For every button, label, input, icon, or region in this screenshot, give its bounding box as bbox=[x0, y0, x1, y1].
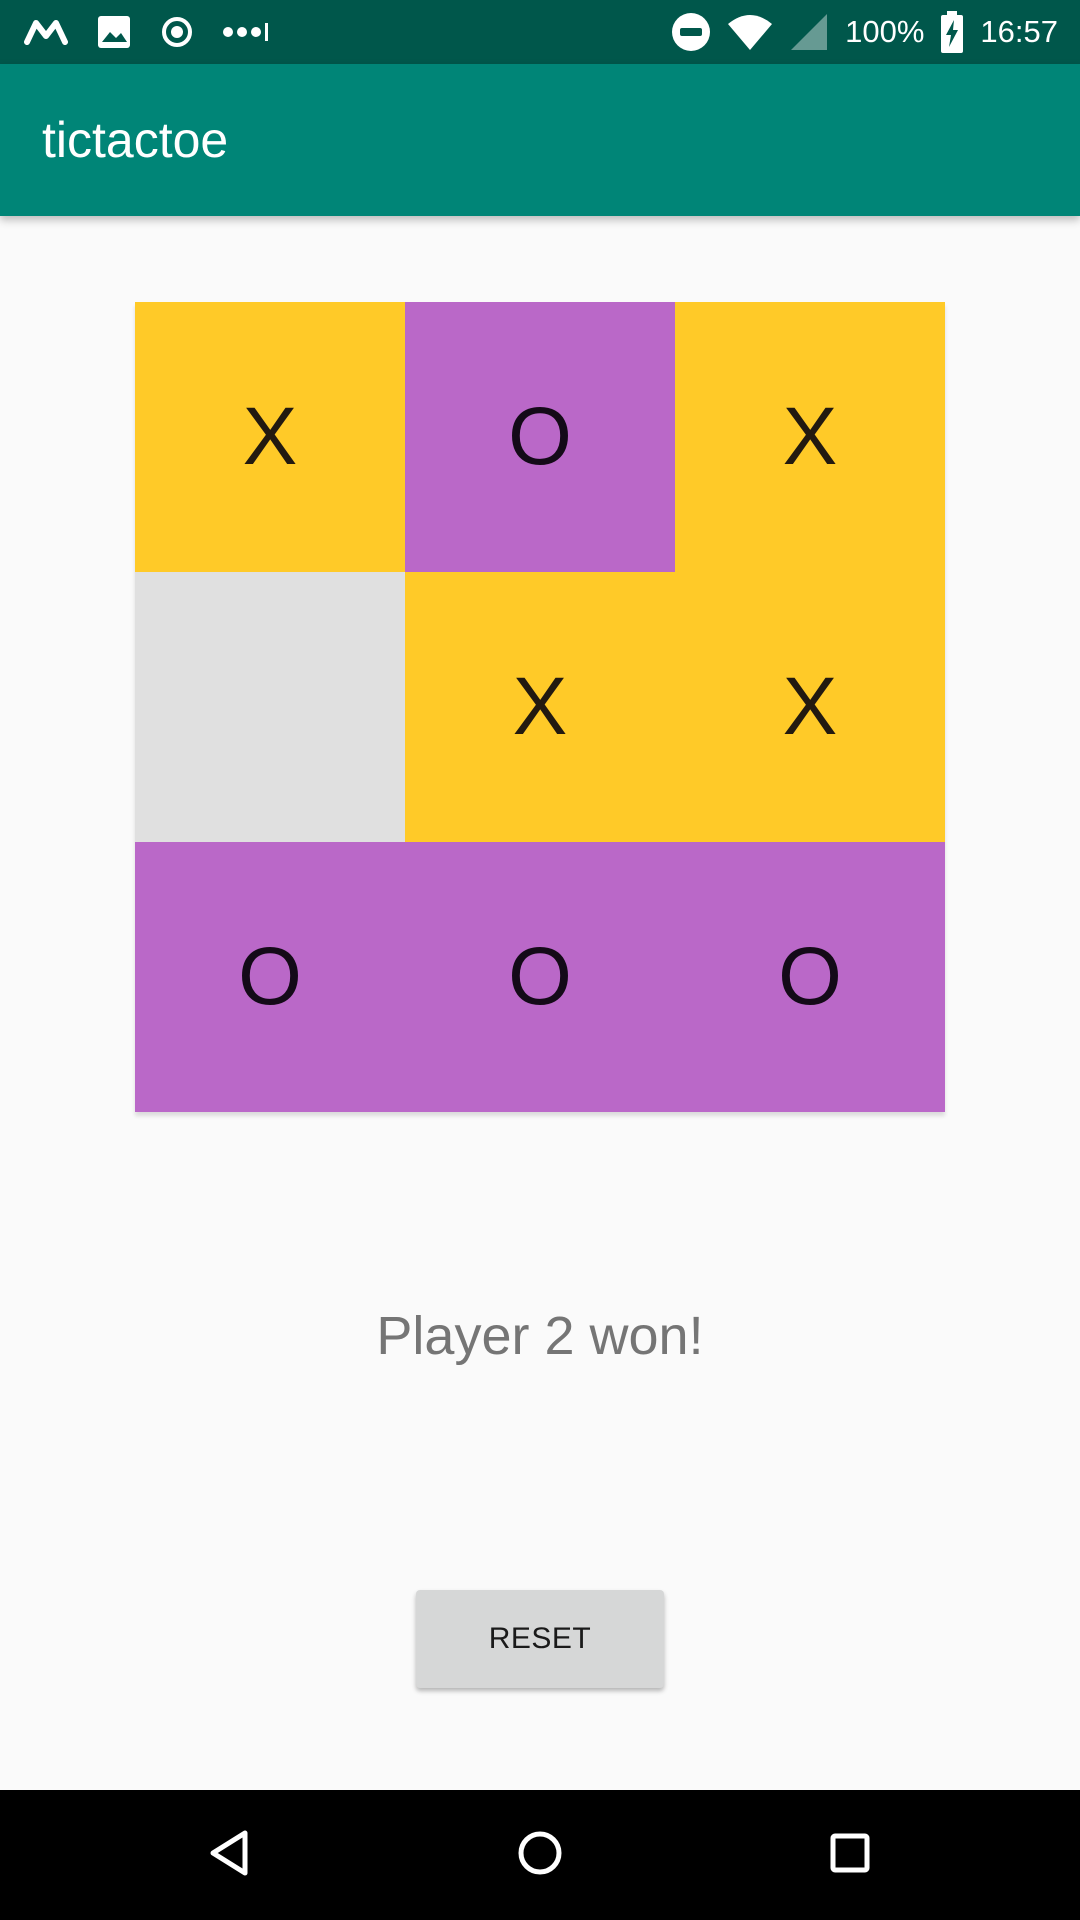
image-icon bbox=[96, 14, 132, 50]
board-cell-3[interactable] bbox=[135, 572, 405, 842]
board-cell-8[interactable]: O bbox=[675, 842, 945, 1112]
battery-charging-icon bbox=[940, 11, 964, 53]
clock: 16:57 bbox=[980, 14, 1058, 49]
app-bar: tictactoe bbox=[0, 64, 1080, 216]
record-icon bbox=[160, 15, 194, 49]
home-icon bbox=[517, 1830, 563, 1881]
game-status-message: Player 2 won! bbox=[376, 1306, 704, 1366]
status-bar-system: 100% 16:57 bbox=[671, 0, 1058, 64]
cell-signal-icon bbox=[789, 12, 829, 52]
board-cell-4[interactable]: X bbox=[405, 572, 675, 842]
board-cell-1[interactable]: O bbox=[405, 302, 675, 572]
recents-icon bbox=[830, 1833, 870, 1878]
board-cell-7[interactable]: O bbox=[405, 842, 675, 1112]
reset-button[interactable]: RESET bbox=[416, 1590, 664, 1688]
status-bar: 100% 16:57 bbox=[0, 0, 1080, 64]
back-icon bbox=[207, 1829, 251, 1882]
back-button[interactable] bbox=[149, 1790, 309, 1920]
recents-button[interactable] bbox=[770, 1790, 930, 1920]
gmail-icon bbox=[24, 18, 68, 46]
status-bar-notifications bbox=[24, 0, 270, 64]
navigation-bar bbox=[0, 1790, 1080, 1920]
game-board: XOXXXOOO bbox=[135, 302, 945, 1112]
home-button[interactable] bbox=[460, 1790, 620, 1920]
board-cell-5[interactable]: X bbox=[675, 572, 945, 842]
board-cell-2[interactable]: X bbox=[675, 302, 945, 572]
board-cell-6[interactable]: O bbox=[135, 842, 405, 1112]
do-not-disturb-icon bbox=[671, 12, 711, 52]
battery-percent: 100% bbox=[845, 14, 925, 49]
wifi-icon bbox=[727, 12, 773, 52]
board-cell-0[interactable]: X bbox=[135, 302, 405, 572]
more-notifications-icon bbox=[222, 22, 270, 42]
app-title: tictactoe bbox=[42, 112, 229, 168]
